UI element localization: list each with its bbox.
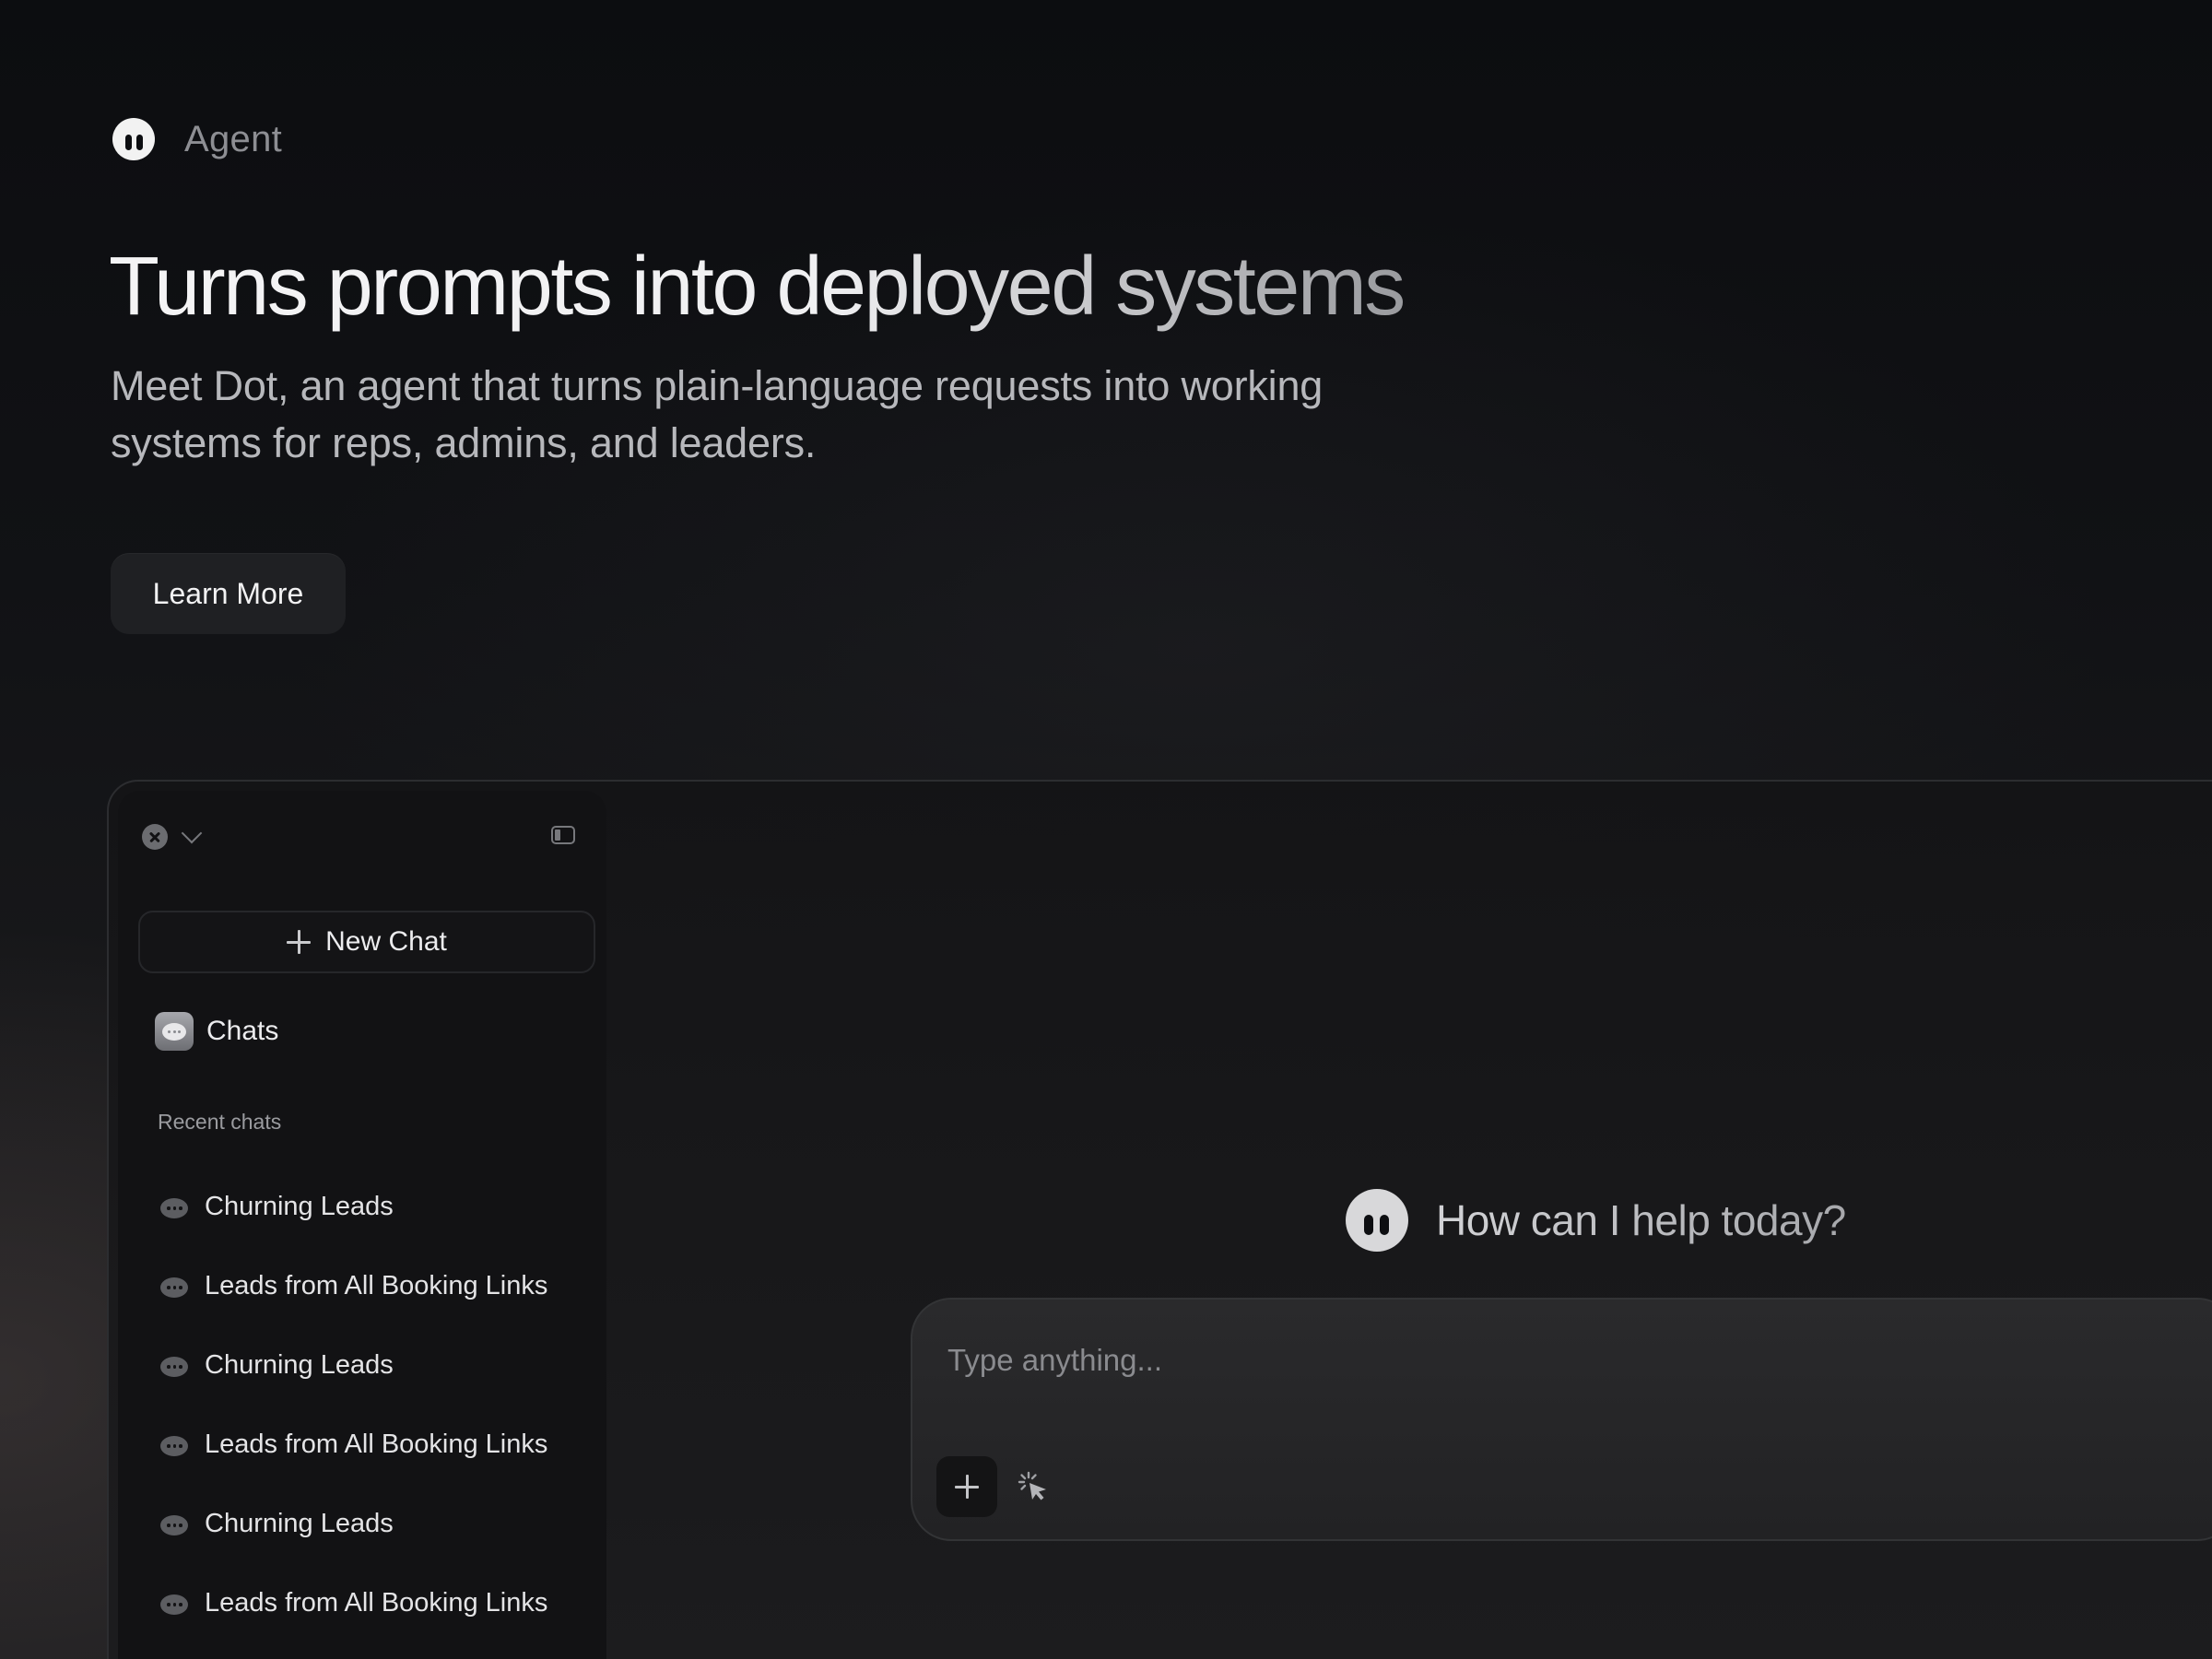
cursor-click-icon[interactable] xyxy=(1016,1469,1053,1506)
chat-bubble-icon xyxy=(155,1012,194,1051)
recent-chats-heading: Recent chats xyxy=(158,1110,282,1134)
close-icon[interactable] xyxy=(142,824,168,850)
add-attachment-button[interactable] xyxy=(936,1456,997,1517)
message-input[interactable] xyxy=(946,1336,1871,1384)
greeting: How can I help today? xyxy=(1346,1189,1846,1252)
message-composer xyxy=(911,1298,2212,1541)
message-icon xyxy=(160,1515,188,1537)
plus-icon xyxy=(955,1475,979,1499)
list-item[interactable]: Churning Leads xyxy=(160,1167,547,1246)
plus-icon xyxy=(287,930,312,954)
chat-title: Leads from All Booking Links xyxy=(205,1270,548,1300)
sidebar-header xyxy=(142,822,203,850)
chat-title: Churning Leads xyxy=(205,1508,394,1538)
sidebar-item-chats[interactable]: Chats xyxy=(155,1012,278,1051)
learn-more-button[interactable]: Learn More xyxy=(111,553,346,634)
chat-title: Churning Leads xyxy=(205,1349,394,1380)
list-item[interactable]: Churning Leads xyxy=(160,1484,547,1563)
chat-title: Churning Leads xyxy=(205,1191,394,1221)
hero-title: Turns prompts into deployed systems xyxy=(109,241,1406,333)
brand-name: Agent xyxy=(184,118,283,159)
new-chat-label: New Chat xyxy=(325,926,447,957)
dot-logo-icon xyxy=(112,118,155,160)
sidebar-toggle-icon[interactable] xyxy=(551,826,575,844)
message-icon xyxy=(160,1436,188,1458)
sidebar: New Chat Chats Recent chats Churning Lea… xyxy=(118,791,606,1659)
hero-subtitle: Meet Dot, an agent that turns plain-lang… xyxy=(111,362,1324,466)
message-icon xyxy=(160,1357,188,1379)
chat-title: Leads from All Booking Links xyxy=(205,1587,548,1618)
list-item[interactable]: Leads from All Booking Links xyxy=(160,1246,547,1325)
recent-chats-list: Churning Leads Leads from All Booking Li… xyxy=(160,1167,547,1642)
dot-avatar-icon xyxy=(1346,1189,1408,1252)
greeting-text: How can I help today? xyxy=(1436,1196,1846,1244)
list-item[interactable]: Churning Leads xyxy=(160,1325,547,1405)
message-icon xyxy=(160,1277,188,1300)
message-icon xyxy=(160,1594,188,1617)
chat-title: Leads from All Booking Links xyxy=(205,1429,548,1459)
message-icon xyxy=(160,1198,188,1220)
brand: Agent xyxy=(112,118,282,160)
list-item[interactable]: Leads from All Booking Links xyxy=(160,1405,547,1484)
list-item[interactable]: Leads from All Booking Links xyxy=(160,1563,547,1642)
new-chat-button[interactable]: New Chat xyxy=(138,911,595,973)
sidebar-item-label: Chats xyxy=(206,1016,279,1046)
chevron-down-icon[interactable] xyxy=(181,822,203,844)
